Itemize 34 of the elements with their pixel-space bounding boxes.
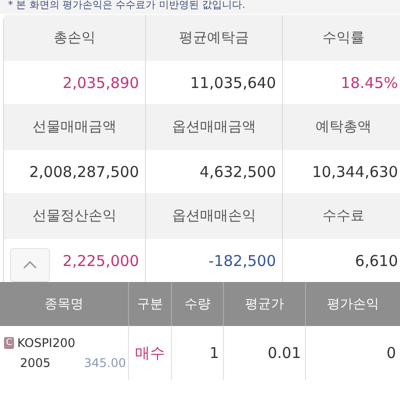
option-badge: C [4,337,14,349]
table-cell: 0.01 [268,344,301,362]
summary-label: 옵션매매금액 [172,118,256,136]
summary-value: 2,035,890 [62,74,139,92]
summary-value: 6,610 [355,252,398,270]
column-header: 평가손익 [327,296,379,313]
summary-value: -182,500 [208,252,276,270]
trade-side: 매수 [135,344,165,362]
strike-price: 345.00 [84,356,126,370]
table-cell: 0 [386,344,396,362]
summary-label: 평균예탁금 [179,29,249,47]
table-cell: 1 [209,344,219,362]
summary-label: 예탁총액 [316,118,372,136]
summary-label: 총손익 [54,29,96,47]
summary-label: 선물매매금액 [32,118,116,136]
summary-label: 수익률 [322,29,364,47]
scroll-up-button[interactable] [10,248,50,282]
column-header: 수량 [184,296,210,313]
summary-value: 10,344,630 [312,162,398,180]
instrument-name: KOSPI200 [17,336,76,350]
summary-value: 2,008,287,500 [29,162,139,180]
column-header: 구분 [137,296,163,313]
summary-label: 옵션매매손익 [172,207,256,225]
contract-month: 2005 [20,356,51,370]
notice-text: * 본 화면의 평가손익은 수수료가 미반영된 값입니다. [0,0,400,14]
summary-label: 수수료 [322,207,364,225]
summary-value: 4,632,500 [200,162,276,180]
summary-label: 선물정산손익 [32,207,116,225]
summary-value: 2,225,000 [62,252,139,270]
column-header: 종목명 [44,296,84,313]
summary-value: 11,035,640 [190,74,276,92]
summary-value: 18.45% [340,74,398,92]
column-header: 평균가 [245,296,284,313]
chevron-up-icon [23,261,37,269]
